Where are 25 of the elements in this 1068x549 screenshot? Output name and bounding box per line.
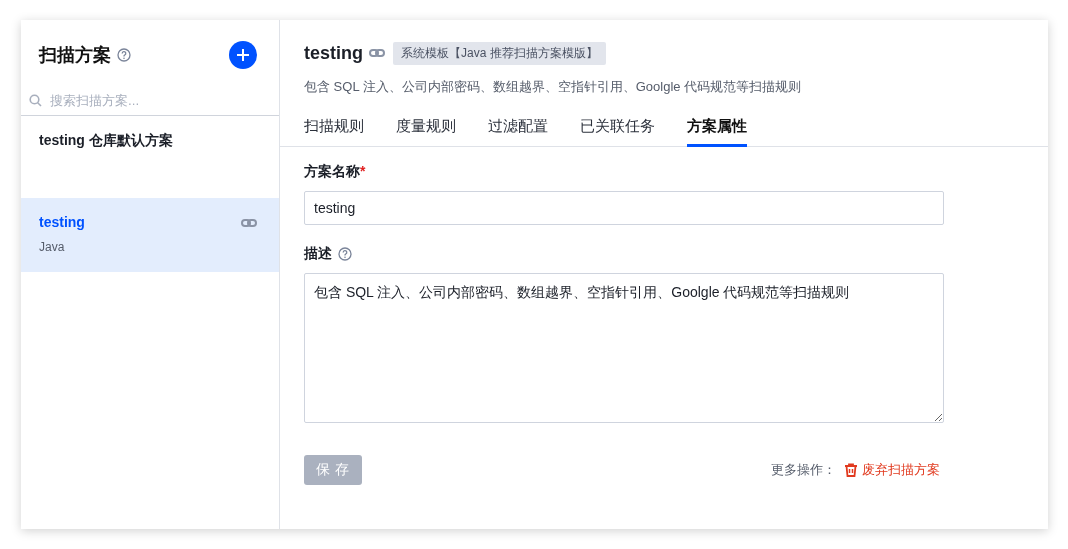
- scheme-title: testing: [304, 42, 363, 64]
- sidebar-title: 扫描方案: [39, 44, 111, 67]
- help-icon: [338, 247, 352, 261]
- delete-link[interactable]: 废弃扫描方案: [844, 461, 944, 479]
- tab[interactable]: 已关联任务: [580, 110, 655, 147]
- language-label: Java: [39, 240, 66, 254]
- field-label: 方案名称*: [304, 163, 366, 181]
- tab[interactable]: 方案属性: [687, 110, 747, 147]
- template-tag: 系统模板【Java 推荐扫描方案模版】: [393, 41, 606, 65]
- description-field[interactable]: 包含 SQL 注入、公司内部密码、数组越界、空指针引用、Goolgle 代码规范等扫描规则: [304, 273, 944, 423]
- link-icon: [369, 48, 385, 58]
- tab[interactable]: 度量规则: [396, 110, 456, 147]
- scheme-description: 包含 SQL 注入、公司内部密码、数组越界、空指针引用、Goolgle 代码规范等扫描规则: [303, 78, 803, 96]
- more-actions-label: 更多操作：: [771, 461, 836, 479]
- name-field[interactable]: testing: [304, 191, 944, 225]
- scheme-item[interactable]: testing 仓库默认方案: [21, 116, 279, 190]
- tab[interactable]: 过滤配置: [488, 110, 548, 147]
- add-button[interactable]: [229, 41, 257, 69]
- tab[interactable]: 扫描规则: [304, 110, 364, 147]
- help-icon: [117, 48, 131, 62]
- plus-icon: [236, 48, 250, 62]
- search-icon: [29, 93, 42, 107]
- trash-icon: [844, 463, 858, 477]
- scheme-item[interactable]: testing Java: [21, 198, 279, 272]
- field-label: 描述: [304, 245, 332, 263]
